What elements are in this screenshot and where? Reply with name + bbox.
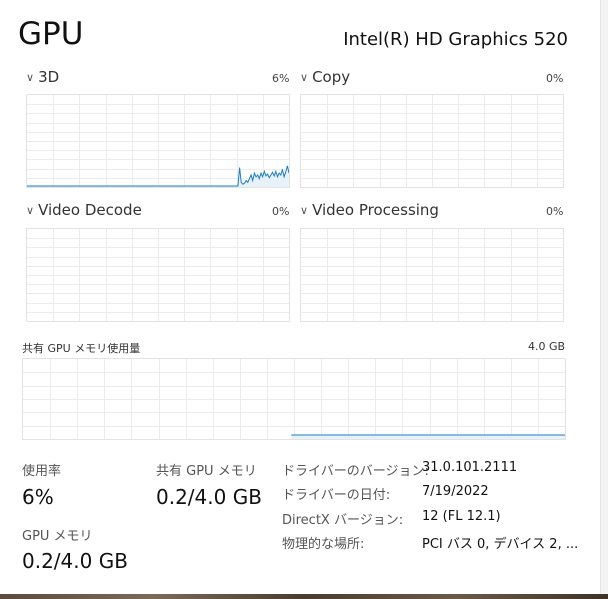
utilization-label: 使用率 — [22, 464, 62, 479]
shared-memory-usage-label: 共有 GPU メモリ使用量 — [22, 342, 141, 355]
driver-date-value: 7/19/2022 — [422, 484, 489, 499]
g3-svg — [301, 229, 563, 321]
gpu-memory-label: GPU メモリ — [22, 529, 93, 544]
shared-memory-graph — [22, 358, 566, 440]
directx-version-value: 12 (FL 12.1) — [422, 509, 501, 524]
graph-video-decode-label: Video Decode — [38, 201, 142, 219]
page-title: GPU — [18, 16, 84, 52]
graph-3d-label: 3D — [38, 68, 60, 86]
chevron-down-icon: ∨ — [300, 70, 309, 84]
graph-copy — [300, 94, 564, 188]
gpu-model-name: Intel(R) HD Graphics 520 — [343, 29, 568, 50]
graph-3d — [26, 94, 290, 188]
scrollbar-strip[interactable] — [600, 0, 608, 599]
graph-video-decode-header[interactable]: ∨ Video Decode — [26, 201, 142, 219]
directx-version-key: DirectX バージョン: — [282, 513, 404, 528]
chevron-down-icon: ∨ — [300, 203, 309, 217]
g0-svg — [27, 95, 289, 187]
g2-svg — [27, 229, 289, 321]
graph-video-processing-header[interactable]: ∨ Video Processing — [300, 201, 439, 219]
shared-memory-max: 4.0 GB — [528, 340, 566, 353]
shared-gpu-memory-label: 共有 GPU メモリ — [156, 464, 257, 479]
shared-gpu-memory-value: 0.2/4.0 GB — [156, 485, 262, 509]
graph-copy-label: Copy — [312, 68, 351, 86]
gmem-svg — [23, 359, 565, 439]
driver-version-value: 31.0.101.2111 — [422, 460, 518, 475]
driver-version-key: ドライバーのバージョン: — [282, 464, 429, 479]
g1-svg — [301, 95, 563, 187]
graph-video-decode-percent: 0% — [272, 205, 290, 218]
graph-video-processing-label: Video Processing — [312, 201, 439, 219]
utilization-value: 6% — [22, 485, 54, 509]
driver-date-key: ドライバーの日付: — [282, 488, 391, 503]
chevron-down-icon: ∨ — [26, 203, 35, 217]
graph-video-processing-percent: 0% — [546, 205, 564, 218]
graph-video-processing — [300, 228, 564, 322]
graph-3d-percent: 6% — [272, 72, 290, 85]
physical-location-key: 物理的な場所: — [282, 537, 365, 552]
gpu-memory-value: 0.2/4.0 GB — [22, 549, 128, 573]
physical-location-value: PCI バス 0, デバイス 2, ... — [422, 537, 579, 552]
chevron-down-icon: ∨ — [26, 70, 35, 84]
graph-video-decode — [26, 228, 290, 322]
graph-copy-percent: 0% — [546, 72, 564, 85]
graph-3d-header[interactable]: ∨ 3D — [26, 68, 59, 86]
desktop-background-strip — [0, 594, 608, 599]
memory-usage-area — [291, 435, 565, 439]
graph-copy-header[interactable]: ∨ Copy — [300, 68, 350, 86]
